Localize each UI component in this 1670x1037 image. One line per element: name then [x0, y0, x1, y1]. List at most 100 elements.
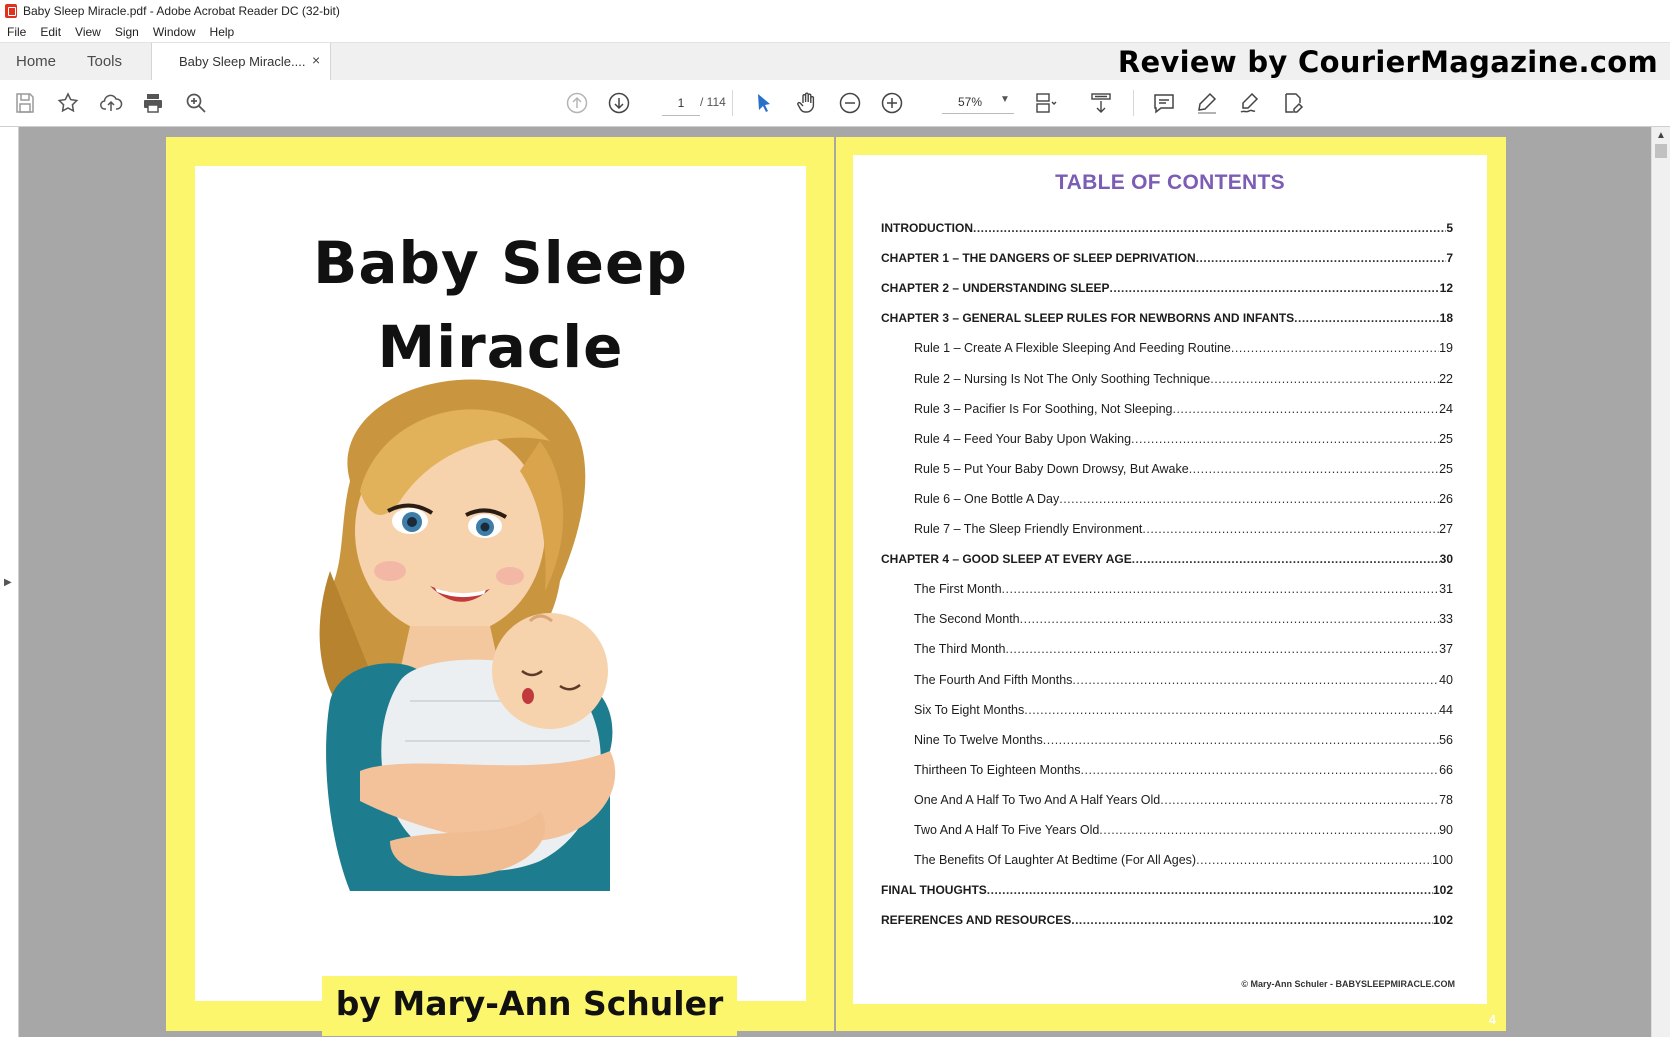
toc-entry-label: The Fourth And Fifth Months: [914, 672, 1073, 687]
zoom-value: 57%: [958, 95, 983, 109]
page-total: / 114: [700, 95, 726, 109]
bookmark-star-icon[interactable]: [56, 91, 80, 115]
toc-entry[interactable]: Rule 1 – Create A Flexible Sleeping And …: [914, 341, 1453, 357]
menu-window[interactable]: Window: [153, 25, 196, 39]
toc-entry[interactable]: FINAL THOUGHTS 102: [881, 883, 1453, 899]
toc-entry[interactable]: CHAPTER 4 – GOOD SLEEP AT EVERY AGE 30: [881, 552, 1453, 568]
menu-sign[interactable]: Sign: [115, 25, 139, 39]
menu-bar: File Edit View Sign Window Help: [0, 22, 1670, 42]
previous-page-icon[interactable]: [565, 91, 589, 115]
toc-entry[interactable]: The Fourth And Fifth Months 40: [914, 673, 1453, 689]
toc-entry-page: 90: [1439, 823, 1453, 837]
zoom-select[interactable]: 57% ▼: [942, 91, 1014, 114]
toc-leader-dots: [1172, 402, 1439, 416]
select-cursor-icon[interactable]: [752, 91, 776, 115]
scroll-mode-icon[interactable]: [1089, 91, 1113, 115]
toc-entry-label: The Second Month: [914, 612, 1020, 627]
cover-page: Baby Sleep Miracle by Mary-Ann Schuler: [166, 137, 834, 1036]
expand-panel-icon[interactable]: ▶: [4, 577, 12, 588]
close-tab-icon[interactable]: ×: [312, 52, 320, 68]
toc-entry[interactable]: Rule 2 – Nursing Is Not The Only Soothin…: [914, 372, 1453, 388]
scroll-thumb[interactable]: [1655, 144, 1667, 158]
toc-entry[interactable]: CHAPTER 1 – THE DANGERS OF SLEEP DEPRIVA…: [881, 251, 1453, 267]
tab-bar: Home Tools Baby Sleep Miracle.... × Revi…: [0, 42, 1670, 81]
left-panel-rail: ▶: [0, 127, 19, 1037]
page-number-input[interactable]: [662, 91, 700, 116]
toc-entry-label: Two And A Half To Five Years Old: [914, 823, 1100, 837]
highlight-pen-icon[interactable]: [1195, 91, 1219, 115]
toc-entry-page: 31: [1439, 582, 1453, 597]
toc-entry-label: REFERENCES AND RESOURCES: [881, 913, 1072, 928]
toc-leader-dots: [1142, 522, 1439, 536]
toc-entry[interactable]: Two And A Half To Five Years Old 90: [914, 823, 1453, 839]
toc-entry[interactable]: Rule 4 – Feed Your Baby Upon Waking 25: [914, 432, 1453, 448]
author-banner: by Mary-Ann Schuler: [322, 976, 737, 1036]
page-footer: © Mary-Ann Schuler - BABYSLEEPMIRACLE.CO…: [1241, 979, 1455, 989]
toc-entry[interactable]: Rule 3 – Pacifier Is For Soothing, Not S…: [914, 402, 1453, 418]
sign-icon[interactable]: [1238, 91, 1262, 115]
menu-file[interactable]: File: [7, 25, 26, 39]
vertical-scrollbar[interactable]: ▲: [1651, 127, 1670, 1037]
toc-entry[interactable]: Nine To Twelve Months 56: [914, 733, 1453, 749]
toc-entry-page: 12: [1439, 281, 1453, 296]
toc-entry[interactable]: REFERENCES AND RESOURCES 102: [881, 913, 1453, 929]
toc-entry[interactable]: The First Month 31: [914, 582, 1453, 598]
toc-leader-dots: [973, 221, 1446, 235]
toc-entry-label: Rule 4 – Feed Your Baby Upon Waking: [914, 431, 1132, 446]
toc-entry[interactable]: INTRODUCTION 5: [881, 221, 1453, 237]
toc-entry[interactable]: The Third Month 37: [914, 642, 1453, 658]
page-display-icon[interactable]: [1033, 91, 1057, 115]
toc-entry[interactable]: One And A Half To Two And A Half Years O…: [914, 793, 1453, 809]
acrobat-icon: [5, 4, 17, 18]
toc-leader-dots: [1002, 582, 1440, 596]
mother-baby-illustration: [319, 379, 616, 891]
toc-entry[interactable]: The Second Month 33: [914, 612, 1453, 628]
toc-entry-label: CHAPTER 4 – GOOD SLEEP AT EVERY AGE: [881, 552, 1132, 567]
toc-leader-dots: [1160, 793, 1439, 807]
toc-entry-page: 24: [1439, 401, 1453, 416]
toc-entry-page: 78: [1439, 792, 1453, 807]
zoom-out-icon[interactable]: [838, 91, 862, 115]
hand-icon[interactable]: [795, 91, 819, 115]
upload-cloud-icon[interactable]: [99, 91, 123, 115]
toc-entry-label: Six To Eight Months: [914, 702, 1025, 717]
toc-title: TABLE OF CONTENTS: [1055, 171, 1285, 194]
scroll-up-icon[interactable]: ▲: [1656, 130, 1666, 141]
tab-tools[interactable]: Tools: [87, 53, 122, 70]
toc-leader-dots: [1196, 853, 1432, 867]
toc-entry[interactable]: Rule 7 – The Sleep Friendly Environment 2…: [914, 522, 1453, 538]
find-zoom-icon[interactable]: [184, 91, 208, 115]
toc-entry[interactable]: Rule 6 – One Bottle A Day 26: [914, 492, 1453, 508]
toc-entry[interactable]: The Benefits Of Laughter At Bedtime (For…: [914, 853, 1453, 869]
tab-home[interactable]: Home: [16, 53, 56, 70]
print-icon[interactable]: [141, 91, 165, 115]
next-page-icon[interactable]: [607, 91, 631, 115]
toc-entry-page: 100: [1432, 853, 1453, 868]
cover-title-line1: Baby Sleep: [313, 229, 688, 297]
toc-entry[interactable]: CHAPTER 2 – UNDERSTANDING SLEEP 12: [881, 281, 1453, 297]
toc-entry-page: 44: [1439, 702, 1453, 717]
toc-entry-page: 25: [1439, 461, 1453, 476]
toolbar: / 114 57% ▼: [0, 80, 1670, 127]
menu-help[interactable]: Help: [210, 25, 235, 39]
toc-entry[interactable]: CHAPTER 3 – GENERAL SLEEP RULES FOR NEWB…: [881, 311, 1453, 327]
toc-entry-label: CHAPTER 3 – GENERAL SLEEP RULES FOR NEWB…: [881, 311, 1295, 326]
toc-entry-page: 25: [1439, 431, 1453, 446]
zoom-in-icon[interactable]: [880, 91, 904, 115]
tab-document[interactable]: Baby Sleep Miracle.... ×: [151, 43, 331, 80]
menu-view[interactable]: View: [75, 25, 101, 39]
fill-sign-icon[interactable]: [1281, 91, 1305, 115]
toc-entry[interactable]: Thirtheen To Eighteen Months 66: [914, 763, 1453, 779]
toc-entry-label: Rule 7 – The Sleep Friendly Environment: [914, 522, 1143, 536]
save-icon[interactable]: [13, 91, 37, 115]
toc-entry[interactable]: Six To Eight Months 44: [914, 703, 1453, 719]
toc-entry[interactable]: Rule 5 – Put Your Baby Down Drowsy, But …: [914, 462, 1453, 478]
toc-leader-dots: [1071, 913, 1433, 927]
comment-icon[interactable]: [1152, 91, 1176, 115]
toc-entry-page: 102: [1432, 913, 1453, 928]
menu-edit[interactable]: Edit: [40, 25, 61, 39]
toc-leader-dots: [1189, 462, 1439, 476]
toc-leader-dots: [1020, 612, 1439, 626]
review-watermark: Review by CourierMagazine.com: [1117, 45, 1658, 79]
toc-leader-dots: [1005, 642, 1439, 656]
